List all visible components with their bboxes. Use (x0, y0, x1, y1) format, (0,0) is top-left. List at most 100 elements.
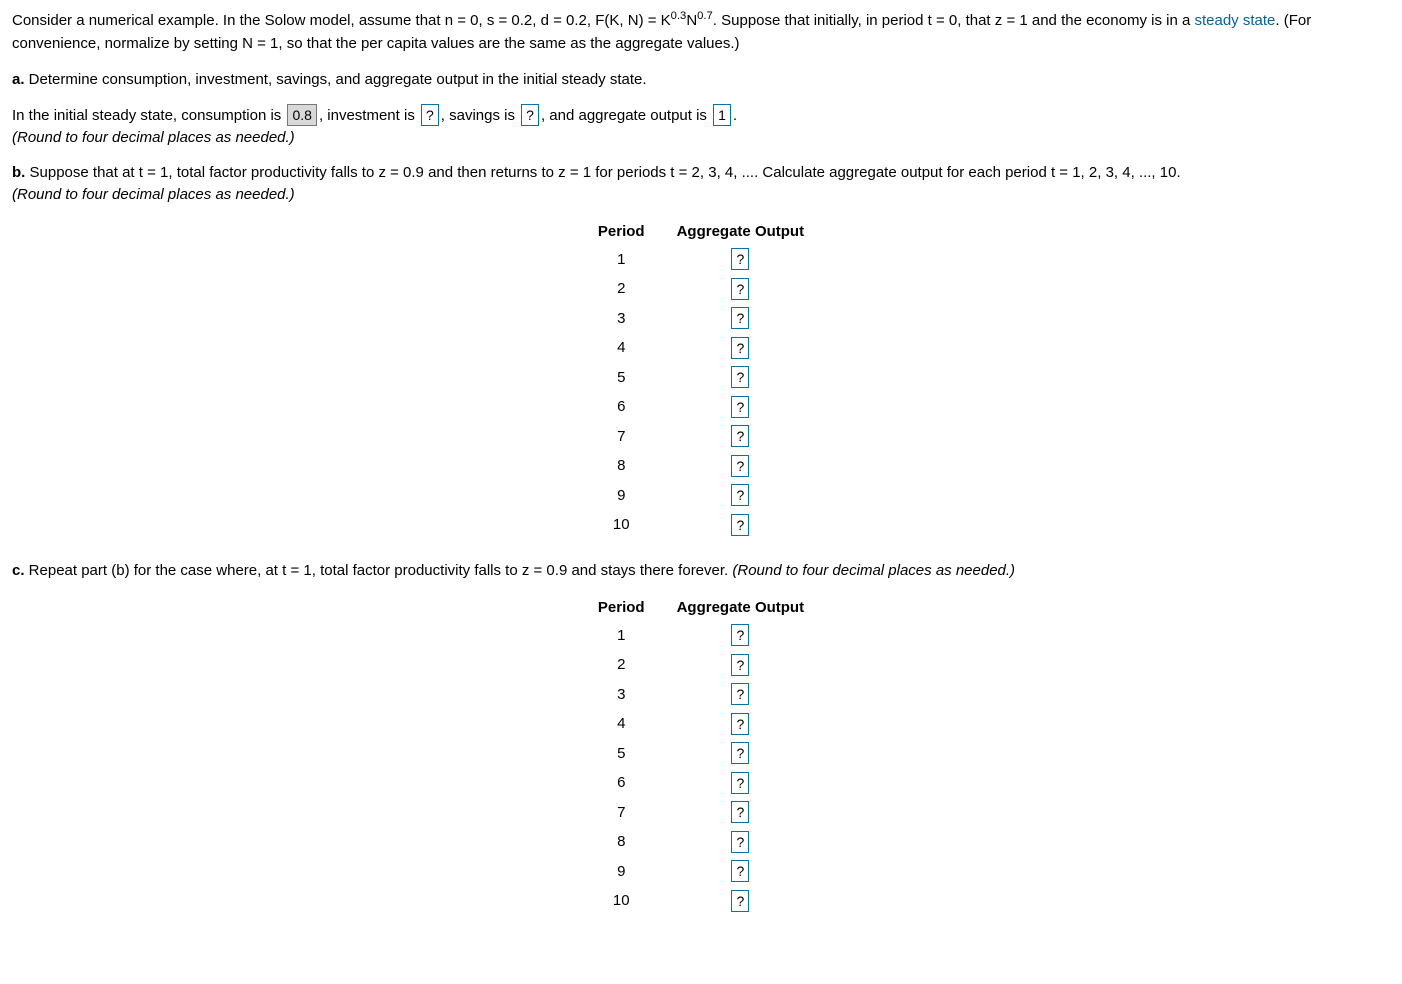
table-row: 1? (582, 621, 820, 651)
table-row: 9? (582, 857, 820, 887)
table-b-output-input[interactable]: ? (731, 248, 749, 270)
after-s: , and aggregate output is (541, 107, 711, 124)
steady-state-link[interactable]: steady state (1194, 12, 1275, 29)
table-c-output-input[interactable]: ? (731, 860, 749, 882)
savings-input[interactable]: ? (521, 104, 539, 126)
part-a-answer-sentence: In the initial steady state, consumption… (12, 104, 1390, 150)
table-c-output-input[interactable]: ? (731, 742, 749, 764)
after-i: , savings is (441, 107, 519, 124)
table-b-output-input[interactable]: ? (731, 366, 749, 388)
table-row: 1? (582, 245, 820, 275)
table-row: 8? (582, 828, 820, 858)
table-c-period-cell: 6 (582, 769, 661, 799)
table-b-output-cell: ? (661, 304, 821, 334)
table-row: 7? (582, 798, 820, 828)
table-b-period-cell: 10 (582, 511, 661, 541)
table-b-output-cell: ? (661, 334, 821, 364)
output-input[interactable]: 1 (713, 104, 731, 126)
table-b-output-cell: ? (661, 275, 821, 305)
investment-input[interactable]: ? (421, 104, 439, 126)
table-c-output-cell: ? (661, 798, 821, 828)
part-c-label: c. (12, 562, 25, 579)
table-c-output-input[interactable]: ? (731, 831, 749, 853)
table-b-period-cell: 7 (582, 422, 661, 452)
exponent-k: 0.3 (671, 10, 687, 22)
table-b-output-input[interactable]: ? (731, 484, 749, 506)
table-b: Period Aggregate Output 1?2?3?4?5?6?7?8?… (582, 219, 820, 541)
table-b-period-cell: 2 (582, 275, 661, 305)
table-c-period-cell: 9 (582, 857, 661, 887)
table-c-output-cell: ? (661, 828, 821, 858)
table-b-period-cell: 6 (582, 393, 661, 423)
table-b-output-cell: ? (661, 422, 821, 452)
table-b-output-cell: ? (661, 245, 821, 275)
table-c-output-input[interactable]: ? (731, 654, 749, 676)
exponent-n: 0.7 (697, 10, 713, 22)
table-b-output-cell: ? (661, 363, 821, 393)
table-b-output-input[interactable]: ? (731, 455, 749, 477)
table-row: 5? (582, 739, 820, 769)
table-c-output-input[interactable]: ? (731, 801, 749, 823)
table-row: 10? (582, 511, 820, 541)
table-b-output-input[interactable]: ? (731, 307, 749, 329)
table-b-period-cell: 5 (582, 363, 661, 393)
table-b-period-cell: 8 (582, 452, 661, 482)
table-row: 4? (582, 710, 820, 740)
intro-text-1: Consider a numerical example. In the Sol… (12, 12, 671, 29)
period-a: . (733, 107, 737, 124)
table-row: 7? (582, 422, 820, 452)
table-b-header-output: Aggregate Output (661, 219, 821, 246)
table-row: 9? (582, 481, 820, 511)
part-b-prompt: b. Suppose that at t = 1, total factor p… (12, 162, 1390, 207)
part-c-prompt: c. Repeat part (b) for the case where, a… (12, 560, 1390, 583)
intro-text-n: N (686, 12, 697, 29)
table-c-output-cell: ? (661, 680, 821, 710)
table-c-period-cell: 7 (582, 798, 661, 828)
table-b-period-cell: 4 (582, 334, 661, 364)
table-row: 6? (582, 769, 820, 799)
table-c-output-input[interactable]: ? (731, 713, 749, 735)
table-b-period-cell: 1 (582, 245, 661, 275)
table-c-period-cell: 4 (582, 710, 661, 740)
table-c-output-cell: ? (661, 769, 821, 799)
problem-intro: Consider a numerical example. In the Sol… (12, 8, 1390, 55)
intro-text-2: . Suppose that initially, in period t = … (713, 12, 1195, 29)
table-row: 10? (582, 887, 820, 917)
table-row: 6? (582, 393, 820, 423)
table-c-output-cell: ? (661, 887, 821, 917)
table-b-output-input[interactable]: ? (731, 514, 749, 536)
table-c-output-cell: ? (661, 651, 821, 681)
table-c-output-input[interactable]: ? (731, 890, 749, 912)
table-c-period-cell: 5 (582, 739, 661, 769)
table-c-period-cell: 2 (582, 651, 661, 681)
part-a-text: Determine consumption, investment, savin… (25, 71, 647, 88)
round-note-c: (Round to four decimal places as needed.… (732, 562, 1015, 579)
table-c-output-cell: ? (661, 710, 821, 740)
table-b-period-cell: 9 (582, 481, 661, 511)
sentence-pre: In the initial steady state, consumption… (12, 107, 285, 124)
table-c-period-cell: 10 (582, 887, 661, 917)
table-c-header-period: Period (582, 595, 661, 622)
table-b-output-input[interactable]: ? (731, 425, 749, 447)
part-a-prompt: a. Determine consumption, investment, sa… (12, 69, 1390, 92)
table-c-output-input[interactable]: ? (731, 683, 749, 705)
table-row: 8? (582, 452, 820, 482)
part-b-label: b. (12, 164, 25, 181)
table-row: 4? (582, 334, 820, 364)
after-c: , investment is (319, 107, 419, 124)
round-note-a: (Round to four decimal places as needed.… (12, 127, 1390, 150)
table-b-output-cell: ? (661, 481, 821, 511)
table-c-header-output: Aggregate Output (661, 595, 821, 622)
table-row: 2? (582, 275, 820, 305)
part-a-label: a. (12, 71, 25, 88)
table-c: Period Aggregate Output 1?2?3?4?5?6?7?8?… (582, 595, 820, 917)
table-b-output-input[interactable]: ? (731, 278, 749, 300)
table-row: 5? (582, 363, 820, 393)
table-b-output-input[interactable]: ? (731, 337, 749, 359)
table-c-output-cell: ? (661, 739, 821, 769)
table-b-output-input[interactable]: ? (731, 396, 749, 418)
table-c-output-input[interactable]: ? (731, 772, 749, 794)
table-c-output-input[interactable]: ? (731, 624, 749, 646)
table-c-period-cell: 8 (582, 828, 661, 858)
consumption-input[interactable]: 0.8 (287, 104, 316, 126)
